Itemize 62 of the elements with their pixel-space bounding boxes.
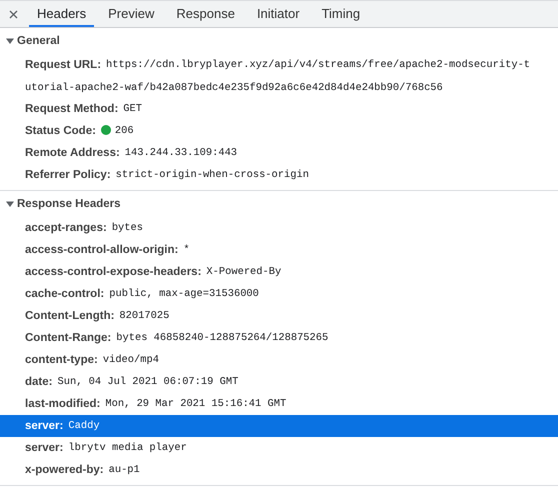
header-row[interactable]: Request Method: GET [0,98,558,120]
header-value: video/mp4 [102,353,159,368]
header-name: access-control-allow-origin: [25,243,178,258]
header-row[interactable]: access-control-allow-origin: * [0,239,558,261]
section-title[interactable]: General [17,35,60,47]
close-icon[interactable] [9,10,18,18]
header-row[interactable]: Content-Range: bytes 46858240-128875264/128875265 [0,327,558,349]
tab[interactable]: Initiator [248,1,308,27]
expand-triangle-icon[interactable] [6,200,14,208]
header-value: 82017025 [119,309,170,324]
header-value: Mon, 29 Mar 2021 15:16:41 GMT [105,397,286,412]
header-name: Content-Length: [25,309,114,324]
expand-triangle-icon[interactable] [6,37,14,45]
header-row[interactable]: Content-Length: 82017025 [0,305,558,327]
header-name: Request URL: [25,58,102,73]
header-row[interactable]: date: Sun, 04 Jul 2021 06:07:19 GMT [0,371,558,393]
header-name: date: [25,375,52,390]
header-name: server: [25,441,64,456]
header-row[interactable]: Status Code: 206 [0,120,558,142]
header-value: bytes [112,221,143,236]
header-value: au-p1 [108,463,140,478]
header-value: 206 [114,124,134,139]
header-row[interactable]: server: Caddy [0,415,558,437]
header-value: utorial-apache2-waf/b42a087bedc4e235f9d92a6c6e42d84d4e24bb90/768c56 [25,82,443,94]
header-name: content-type: [25,353,98,368]
header-row[interactable]: accept-ranges: bytes [0,217,558,239]
header-value: strict-origin-when-cross-origin [116,168,309,183]
header-name: Status Code: [25,124,96,139]
header-name: accept-ranges: [25,221,107,236]
header-name: x-powered-by: [25,463,104,478]
header-value: GET [123,102,142,117]
header-value: 143.244.33.109:443 [124,146,238,161]
header-row[interactable]: x-powered-by: au-p1 [0,459,558,481]
header-name: server: [25,419,64,434]
tab[interactable]: Preview [100,1,162,27]
header-name: Request Method: [25,102,118,117]
tab[interactable]: Headers [29,1,94,27]
tab[interactable]: Timing [314,1,368,27]
header-value: Caddy [68,419,100,434]
section-title[interactable]: Response Headers [17,198,121,210]
tab[interactable]: Response [168,1,243,27]
header-row[interactable]: content-type: video/mp4 [0,349,558,371]
header-value: Sun, 04 Jul 2021 06:07:19 GMT [57,375,238,390]
header-value: lbrytv media player [68,441,187,456]
header-name: Remote Address: [25,146,120,161]
header-name: Content-Range: [25,331,112,346]
header-value: bytes 46858240-128875264/128875265 [116,331,328,346]
header-row[interactable]: Referrer Policy: strict-origin-when-cross-origin [0,164,558,186]
header-value: https://cdn.lbryplayer.xyz/api/v4/streams/free/apache2-modsecurity-t [106,58,530,73]
header-value: X-Powered-By [206,265,282,280]
header-row[interactable]: Remote Address: 143.244.33.109:443 [0,142,558,164]
header-row[interactable]: access-control-expose-headers: X-Powered-By [0,261,558,283]
header-name: cache-control: [25,287,104,302]
header-row[interactable]: server: lbrytv media player [0,437,558,459]
header-name: access-control-expose-headers: [25,265,202,280]
header-row[interactable]: cache-control: public, max-age=31536000 [0,283,558,305]
header-row[interactable]: last-modified: Mon, 29 Mar 2021 15:16:41 GMT [0,393,558,415]
header-value: public, max-age=31536000 [109,287,259,302]
header-value: * [183,243,190,258]
header-name: Referrer Policy: [25,168,111,183]
header-row[interactable]: Request URL: https://cdn.lbryplayer.xyz/api/v4/streams/free/apache2-modsecurity-t utorial-apache2-waf/b42a087bedc4e235f9d92a6c6e42d84d4e24bb90/768c56 [0,54,558,98]
header-name: last-modified: [25,397,100,412]
